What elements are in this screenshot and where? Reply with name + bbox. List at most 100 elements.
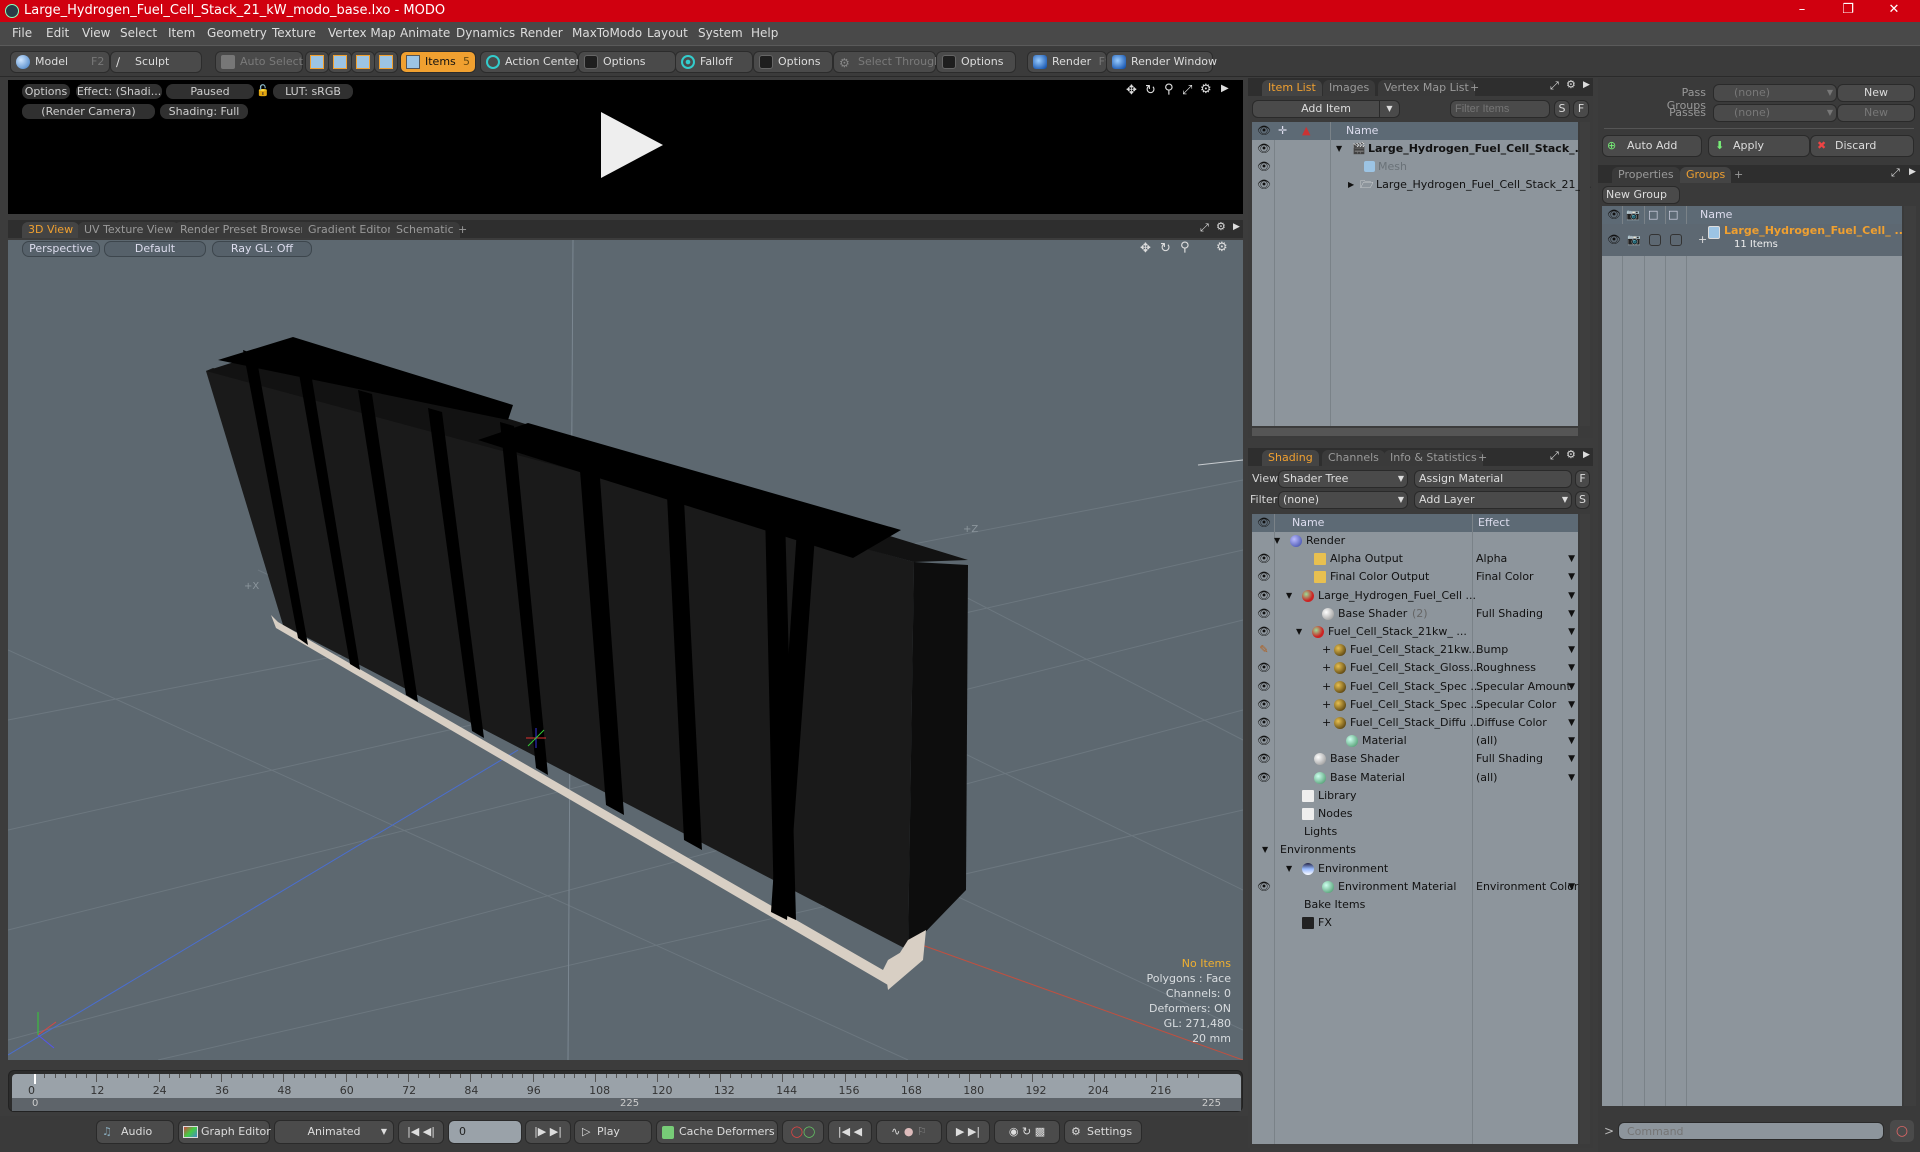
shader-row[interactable]: FX [1252,914,1578,932]
shader-row-effect[interactable]: Full Shading [1476,750,1543,768]
visibility-eye-icon[interactable]: 👁 [1256,623,1272,641]
tab-render-preset-browser[interactable]: Render Preset Browser [174,222,312,238]
visibility-eye-icon[interactable]: 👁 [1256,659,1272,677]
menu-edit[interactable]: Edit [46,26,69,40]
tab-shading[interactable]: Shading [1262,450,1319,466]
shader-row-effect[interactable]: Final Color [1476,568,1534,586]
chevron-down-icon[interactable]: ▼ [1568,678,1575,696]
expand-arrow-icon[interactable]: ▶ [1348,176,1354,194]
chevron-down-icon[interactable]: ▼ [1568,769,1575,787]
filter-items-input[interactable] [1450,100,1550,118]
shader-row-effect[interactable]: Full Shading [1476,605,1543,623]
gear-icon[interactable]: ⚙ [1200,82,1212,97]
rotate-view-icon[interactable]: ↻ [1160,241,1171,256]
auto-select-button[interactable]: Auto Select [215,51,303,73]
menu-item[interactable]: Item [168,26,195,40]
render-toggle-icon[interactable]: 📷 [1627,231,1641,249]
expand-plus-icon[interactable]: + [1698,231,1707,249]
maximize-panel-icon[interactable]: ⤢ [1200,221,1209,235]
menu-dynamics[interactable]: Dynamics [456,26,515,40]
visibility-eye-icon[interactable]: 👁 [1256,678,1272,696]
first-prev-frame-buttons[interactable]: |◀ ◀| [398,1120,444,1144]
lut-dropdown[interactable]: LUT: sRGB [273,84,353,99]
shader-tree-scrollbar[interactable] [1580,514,1590,1144]
visibility-eye-icon[interactable]: 👁 [1256,176,1272,194]
command-input[interactable] [1618,1122,1884,1140]
shader-row-effect[interactable]: Environment Color [1476,878,1578,896]
filter-s-button[interactable]: S [1554,100,1570,118]
maximize-view-icon[interactable]: ⤢ [1182,83,1192,98]
model-mode-button[interactable]: Model F2 [10,51,110,73]
visibility-eye-icon[interactable]: 👁 [1256,140,1272,158]
passes-dropdown[interactable]: (none) ▼ [1713,104,1837,122]
maximize-panel-icon[interactable]: ⤢ [1550,449,1559,463]
shading-s-button[interactable]: S [1575,491,1590,509]
visibility-eye-icon[interactable]: 👁 [1256,587,1272,605]
close-button[interactable]: ✕ [1874,2,1914,17]
edges-mode-button[interactable] [328,51,352,73]
next-key-nav-icon[interactable]: ▶| [968,1125,980,1138]
next-key-small-icon[interactable]: ▶ [956,1125,964,1138]
shading-f-button[interactable]: F [1575,470,1590,488]
expand-plus-icon[interactable]: + [1322,659,1331,677]
new-group-button[interactable]: New Group [1602,186,1680,204]
expand-plus-icon[interactable]: + [1322,678,1331,696]
menu-help[interactable]: Help [751,26,778,40]
items-mode-button[interactable]: Items 5 [400,51,476,73]
shader-row-effect[interactable]: Alpha [1476,550,1507,568]
render-window-button[interactable]: Render Window [1106,51,1217,73]
lock-icon[interactable]: 🔓 [256,83,270,98]
add-tab-button[interactable]: + [1464,80,1485,96]
item-row-mesh[interactable]: 👁 Mesh [1252,158,1578,176]
shader-row[interactable]: Nodes [1252,805,1578,823]
new-pass-group-button[interactable]: New [1837,84,1915,102]
add-tab-button[interactable]: + [1728,167,1749,183]
menu-layout[interactable]: Layout [647,26,688,40]
shader-row[interactable]: Bake Items [1252,896,1578,914]
gear-icon[interactable]: ⚙ [1566,78,1576,91]
maximize-button[interactable]: ❐ [1828,2,1868,17]
key-next-buttons[interactable]: ▶ ▶| [946,1120,990,1144]
brush-icon[interactable]: ✎ [1256,641,1272,659]
menu-render[interactable]: Render [520,26,563,40]
collapse-arrow-icon[interactable]: ▼ [1274,532,1280,550]
item-list-hscrollbar[interactable] [1252,428,1578,436]
move-view-icon[interactable]: ✥ [1126,83,1137,98]
shader-row-effect[interactable]: Diffuse Color [1476,714,1547,732]
tab-channels[interactable]: Channels [1322,450,1385,466]
remove-key-icon[interactable]: ◯ [803,1125,815,1138]
menu-file[interactable]: File [12,26,32,40]
settings-button[interactable]: ⚙ Settings [1064,1120,1142,1144]
visibility-eye-icon[interactable]: 👁 [1256,696,1272,714]
expand-arrow-icon[interactable]: ▶ [1909,167,1916,177]
tab-schematic[interactable]: Schematic [390,222,460,238]
render-camera-dropdown[interactable]: (Render Camera) [22,104,155,119]
menu-texture[interactable]: Texture [272,26,316,40]
materials-mode-button[interactable] [374,51,398,73]
falloff-button[interactable]: Falloff [675,51,753,73]
chevron-down-icon[interactable]: ▼ [1568,714,1575,732]
discard-button[interactable]: ✖ Discard [1810,135,1914,157]
action-center-options-button[interactable]: Options [578,51,676,73]
tab-3d-view[interactable]: 3D View [22,222,80,238]
menu-vertex-map[interactable]: Vertex Map [328,26,396,40]
shader-row[interactable]: ✎ + Fuel_Cell_Stack_21kw... Bump ▼ [1252,641,1578,659]
shader-row[interactable]: 👁 Alpha Output Alpha ▼ [1252,550,1578,568]
shader-row-effect[interactable]: (all) [1476,769,1497,787]
play-render-icon[interactable] [601,112,663,178]
tab-item-list[interactable]: Item List [1262,80,1322,96]
visibility-eye-icon[interactable]: 👁 [1256,750,1272,768]
polygons-mode-button[interactable] [351,51,375,73]
collapse-arrow-icon[interactable]: ▼ [1286,860,1292,878]
select-through-options-button[interactable]: Options [936,51,1016,73]
shader-row[interactable]: 👁 + Fuel_Cell_Stack_Diffu ... Diffuse Color… [1252,714,1578,732]
expand-arrow-icon[interactable]: ▶ [1233,222,1240,232]
visibility-eye-icon[interactable]: 👁 [1256,769,1272,787]
shader-row-effect[interactable]: Specular Color [1476,696,1556,714]
visibility-eye-icon[interactable]: 👁 [1256,732,1272,750]
falloff-options-button[interactable]: Options [753,51,833,73]
chevron-down-icon[interactable]: ▼ [1568,878,1575,896]
menu-select[interactable]: Select [120,26,157,40]
shader-row-effect[interactable]: (all) [1476,732,1497,750]
shader-row[interactable]: Library [1252,787,1578,805]
